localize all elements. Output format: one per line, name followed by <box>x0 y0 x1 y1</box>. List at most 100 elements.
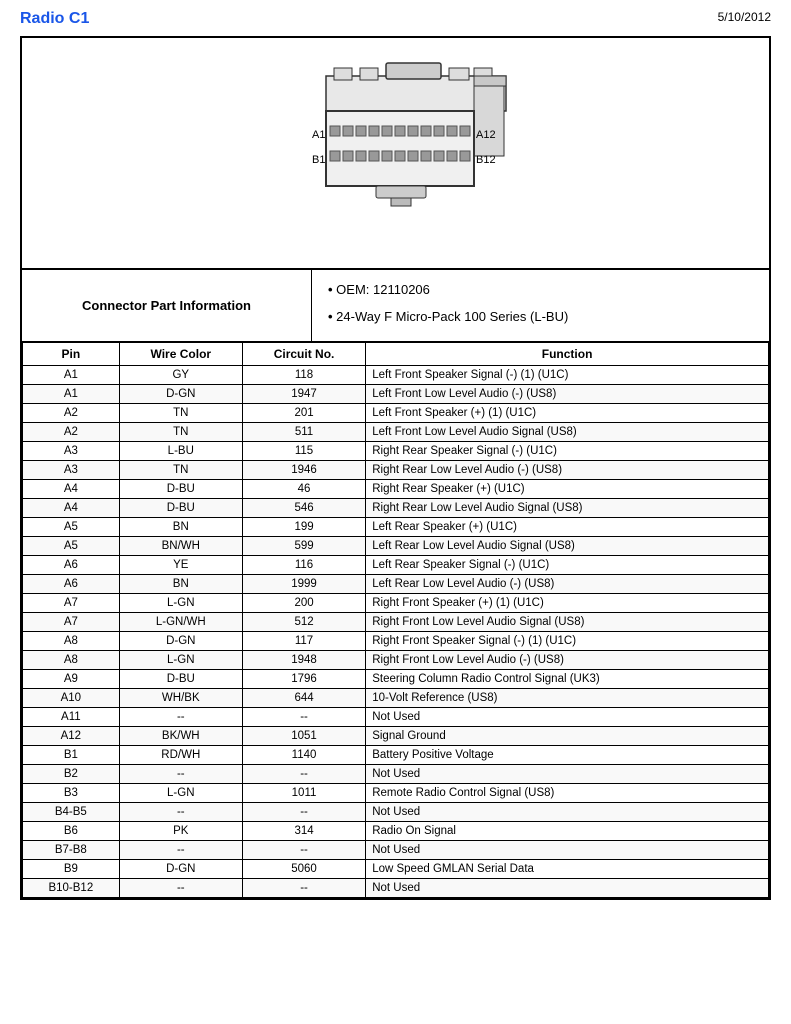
table-row: B6PK314Radio On Signal <box>23 821 769 840</box>
cell-25-2: -- <box>242 840 365 859</box>
cell-21-3: Not Used <box>366 764 769 783</box>
page-title: Radio C1 <box>20 10 89 28</box>
table-row: A10WH/BK64410-Volt Reference (US8) <box>23 688 769 707</box>
cell-24-0: B6 <box>23 821 120 840</box>
cell-1-0: A1 <box>23 384 120 403</box>
cell-2-0: A2 <box>23 403 120 422</box>
cell-11-0: A6 <box>23 574 120 593</box>
svg-text:B12: B12 <box>476 154 496 166</box>
cell-3-2: 511 <box>242 422 365 441</box>
table-row: A3TN1946Right Rear Low Level Audio (-) (… <box>23 460 769 479</box>
table-row: A6BN1999Left Rear Low Level Audio (-) (U… <box>23 574 769 593</box>
cell-20-3: Battery Positive Voltage <box>366 745 769 764</box>
cell-26-0: B9 <box>23 859 120 878</box>
cell-15-0: A8 <box>23 650 120 669</box>
cell-10-3: Left Rear Speaker Signal (-) (U1C) <box>366 555 769 574</box>
cell-18-2: -- <box>242 707 365 726</box>
cell-2-2: 201 <box>242 403 365 422</box>
table-row: A8L-GN1948Right Front Low Level Audio (-… <box>23 650 769 669</box>
cell-15-1: L-GN <box>119 650 242 669</box>
table-row: A7L-GN/WH512Right Front Low Level Audio … <box>23 612 769 631</box>
cell-10-0: A6 <box>23 555 120 574</box>
connector-part-info-label: Connector Part Information <box>22 270 312 341</box>
cell-7-1: D-BU <box>119 498 242 517</box>
table-header-row: Pin Wire Color Circuit No. Function <box>23 342 769 365</box>
main-container: A1 A12 B1 B12 <box>20 36 771 900</box>
cell-13-3: Right Front Low Level Audio Signal (US8) <box>366 612 769 631</box>
cell-24-2: 314 <box>242 821 365 840</box>
cell-21-1: -- <box>119 764 242 783</box>
cell-18-0: A11 <box>23 707 120 726</box>
cell-24-1: PK <box>119 821 242 840</box>
cell-21-2: -- <box>242 764 365 783</box>
cell-2-3: Left Front Speaker (+) (1) (U1C) <box>366 403 769 422</box>
cell-6-2: 46 <box>242 479 365 498</box>
cell-19-0: A12 <box>23 726 120 745</box>
cell-10-1: YE <box>119 555 242 574</box>
table-row: A2TN201Left Front Speaker (+) (1) (U1C) <box>23 403 769 422</box>
cell-20-0: B1 <box>23 745 120 764</box>
col-pin: Pin <box>23 342 120 365</box>
cell-27-3: Not Used <box>366 878 769 897</box>
cell-7-0: A4 <box>23 498 120 517</box>
cell-17-1: WH/BK <box>119 688 242 707</box>
cell-20-1: RD/WH <box>119 745 242 764</box>
cell-0-0: A1 <box>23 365 120 384</box>
cell-6-0: A4 <box>23 479 120 498</box>
table-row: B9D-GN5060Low Speed GMLAN Serial Data <box>23 859 769 878</box>
cell-23-0: B4-B5 <box>23 802 120 821</box>
oem-info: OEM: 12110206 24-Way F Micro-Pack 100 Se… <box>312 270 769 341</box>
connector-svg: A1 A12 B1 B12 <box>226 58 566 248</box>
cell-1-2: 1947 <box>242 384 365 403</box>
svg-text:B1: B1 <box>312 154 325 166</box>
cell-17-0: A10 <box>23 688 120 707</box>
table-row: B7-B8----Not Used <box>23 840 769 859</box>
table-row: A1D-GN1947Left Front Low Level Audio (-)… <box>23 384 769 403</box>
table-row: A6YE116Left Rear Speaker Signal (-) (U1C… <box>23 555 769 574</box>
cell-11-2: 1999 <box>242 574 365 593</box>
cell-6-1: D-BU <box>119 479 242 498</box>
cell-18-1: -- <box>119 707 242 726</box>
col-wire-color: Wire Color <box>119 342 242 365</box>
cell-0-3: Left Front Speaker Signal (-) (1) (U1C) <box>366 365 769 384</box>
table-row: B3L-GN1011Remote Radio Control Signal (U… <box>23 783 769 802</box>
oem-number: OEM: 12110206 <box>328 278 753 301</box>
cell-19-1: BK/WH <box>119 726 242 745</box>
cell-0-1: GY <box>119 365 242 384</box>
cell-3-3: Left Front Low Level Audio Signal (US8) <box>366 422 769 441</box>
cell-13-1: L-GN/WH <box>119 612 242 631</box>
table-row: A9D-BU1796Steering Column Radio Control … <box>23 669 769 688</box>
table-row: B1RD/WH1140Battery Positive Voltage <box>23 745 769 764</box>
cell-11-1: BN <box>119 574 242 593</box>
cell-22-0: B3 <box>23 783 120 802</box>
cell-1-1: D-GN <box>119 384 242 403</box>
table-row: B4-B5----Not Used <box>23 802 769 821</box>
cell-8-0: A5 <box>23 517 120 536</box>
cell-17-3: 10-Volt Reference (US8) <box>366 688 769 707</box>
cell-26-2: 5060 <box>242 859 365 878</box>
cell-25-0: B7-B8 <box>23 840 120 859</box>
cell-21-0: B2 <box>23 764 120 783</box>
cell-3-1: TN <box>119 422 242 441</box>
cell-16-1: D-BU <box>119 669 242 688</box>
table-row: A12BK/WH1051Signal Ground <box>23 726 769 745</box>
cell-12-1: L-GN <box>119 593 242 612</box>
cell-1-3: Left Front Low Level Audio (-) (US8) <box>366 384 769 403</box>
cell-5-0: A3 <box>23 460 120 479</box>
cell-5-3: Right Rear Low Level Audio (-) (US8) <box>366 460 769 479</box>
cell-16-3: Steering Column Radio Control Signal (UK… <box>366 669 769 688</box>
cell-25-3: Not Used <box>366 840 769 859</box>
cell-22-3: Remote Radio Control Signal (US8) <box>366 783 769 802</box>
cell-4-3: Right Rear Speaker Signal (-) (U1C) <box>366 441 769 460</box>
series-label: 24-Way F Micro-Pack 100 Series (L-BU) <box>328 305 753 328</box>
cell-17-2: 644 <box>242 688 365 707</box>
table-row: A7L-GN200Right Front Speaker (+) (1) (U1… <box>23 593 769 612</box>
cell-26-3: Low Speed GMLAN Serial Data <box>366 859 769 878</box>
cell-6-3: Right Rear Speaker (+) (U1C) <box>366 479 769 498</box>
cell-25-1: -- <box>119 840 242 859</box>
table-row: A4D-BU546Right Rear Low Level Audio Sign… <box>23 498 769 517</box>
col-circuit-no: Circuit No. <box>242 342 365 365</box>
table-row: A5BN/WH599Left Rear Low Level Audio Sign… <box>23 536 769 555</box>
table-row: B2----Not Used <box>23 764 769 783</box>
table-row: A4D-BU46Right Rear Speaker (+) (U1C) <box>23 479 769 498</box>
